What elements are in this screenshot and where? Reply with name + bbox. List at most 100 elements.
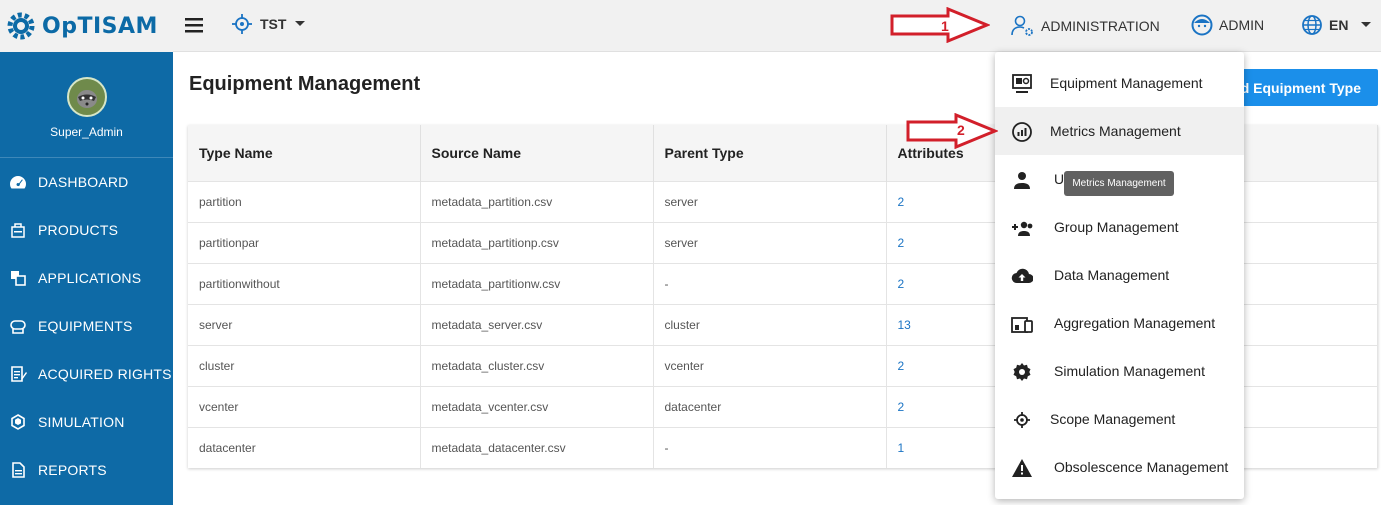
- app-name: OpTISAM: [42, 13, 158, 39]
- menu-item-group[interactable]: Group Management: [995, 203, 1244, 251]
- sidebar-item-label: REPORTS: [38, 462, 107, 478]
- crosshair-icon: [232, 14, 252, 34]
- column-header-source-name[interactable]: Source Name: [420, 125, 654, 181]
- cell-source-name: metadata_partition.csv: [420, 180, 654, 222]
- cell-type-name: cluster: [188, 344, 421, 386]
- annotation-label-1: 1: [941, 18, 949, 34]
- group-icon: [1012, 221, 1033, 236]
- menu-item-label: Aggregation Management: [1054, 315, 1216, 331]
- administration-label: ADMINISTRATION: [1041, 18, 1160, 34]
- chevron-down-icon: [1361, 22, 1372, 27]
- gear-icon: [1013, 363, 1031, 381]
- annotation-arrow-1: [890, 7, 990, 43]
- menu-item-warning[interactable]: Obsolescence Management: [995, 443, 1244, 491]
- cell-source-name: metadata_partitionw.csv: [420, 262, 654, 304]
- annotation-arrow-2: [906, 113, 998, 149]
- cell-type-name: datacenter: [188, 426, 421, 468]
- sidebar-item-equipments[interactable]: EQUIPMENTS: [0, 302, 173, 350]
- chevron-down-icon: [295, 21, 306, 26]
- annotation-label-2: 2: [957, 122, 965, 138]
- tooltip: Metrics Management: [1064, 171, 1174, 196]
- top-bar: [0, 0, 1381, 52]
- menu-item-cloud-upload[interactable]: Data Management: [995, 251, 1244, 299]
- menu-item-equipment[interactable]: Equipment Management: [995, 59, 1244, 107]
- gear-logo-icon: [7, 12, 35, 40]
- menu-item-label: Equipment Management: [1050, 75, 1203, 91]
- menu-item-label: U: [1054, 171, 1065, 187]
- cell-source-name: metadata_cluster.csv: [420, 344, 654, 386]
- cell-source-name: metadata_datacenter.csv: [420, 426, 654, 468]
- app-logo[interactable]: OpTISAM: [0, 0, 173, 52]
- column-header-parent-type[interactable]: Parent Type: [653, 125, 887, 181]
- page-title: Equipment Management: [189, 73, 421, 95]
- cell-type-name: partitionwithout: [188, 262, 421, 304]
- cell-parent-type: cluster: [653, 303, 887, 345]
- menu-item-label: Obsolescence Management: [1054, 459, 1229, 475]
- metrics-icon: [1012, 122, 1032, 142]
- cell-source-name: metadata_vcenter.csv: [420, 385, 654, 427]
- globe-icon: [1302, 15, 1322, 35]
- scope-selector[interactable]: TST: [232, 14, 306, 34]
- menu-item-gear[interactable]: Simulation Management: [995, 347, 1244, 395]
- equipment-icon: [1012, 74, 1032, 93]
- cell-parent-type: server: [653, 180, 887, 222]
- raccoon-avatar-icon: [76, 90, 97, 108]
- equipments-icon: [10, 320, 26, 334]
- avatar[interactable]: [66, 77, 107, 117]
- cell-parent-type: server: [653, 221, 887, 263]
- sidebar-item-acquired-rights[interactable]: ACQUIRED RIGHTS: [0, 350, 173, 398]
- cell-parent-type: -: [653, 262, 887, 304]
- sidebar-item-label: DASHBOARD: [38, 174, 129, 190]
- administration-dropdown: Equipment Management Metrics Management U G…: [995, 52, 1244, 499]
- administration-menu-button[interactable]: ADMINISTRATION: [1011, 14, 1160, 38]
- column-header-type-name[interactable]: Type Name: [188, 125, 421, 181]
- warning-icon: [1012, 459, 1032, 477]
- menu-item-metrics[interactable]: Metrics Management: [995, 107, 1244, 155]
- scope-icon: [1014, 412, 1030, 428]
- menu-item-label: Data Management: [1054, 267, 1170, 283]
- sidebar-item-reports[interactable]: REPORTS: [0, 446, 173, 494]
- cell-type-name: partition: [188, 180, 421, 222]
- cell-type-name: partitionpar: [188, 221, 421, 263]
- products-icon: [11, 223, 25, 238]
- language-selector[interactable]: EN: [1301, 14, 1372, 36]
- menu-item-label: Simulation Management: [1054, 363, 1205, 379]
- sidebar-item-label: SIMULATION: [38, 414, 125, 430]
- sidebar-item-label: ACQUIRED RIGHTS: [38, 366, 172, 382]
- simulation-icon: [11, 414, 25, 430]
- user-label: ADMIN: [1219, 17, 1265, 33]
- menu-item-aggregation[interactable]: Aggregation Management: [995, 299, 1244, 347]
- sidebar-item-label: EQUIPMENTS: [38, 318, 133, 334]
- applications-icon: [11, 271, 26, 286]
- sidebar-item-label: APPLICATIONS: [38, 270, 142, 286]
- sidebar-item-products[interactable]: PRODUCTS: [0, 206, 173, 254]
- cell-type-name: vcenter: [188, 385, 421, 427]
- aggregation-icon: [1011, 317, 1033, 333]
- menu-icon[interactable]: [183, 14, 205, 36]
- cell-source-name: metadata_server.csv: [420, 303, 654, 345]
- language-label: EN: [1329, 17, 1349, 33]
- sidebar-item-simulation[interactable]: SIMULATION: [0, 398, 173, 446]
- cell-parent-type: -: [653, 426, 887, 468]
- sidebar-item-label: PRODUCTS: [38, 222, 119, 238]
- cell-parent-type: datacenter: [653, 385, 887, 427]
- scope-label: TST: [260, 16, 287, 32]
- user-icon: [1014, 172, 1030, 189]
- reports-icon: [12, 462, 25, 478]
- sidebar-item-dashboard[interactable]: DASHBOARD: [0, 158, 173, 206]
- sidebar: Super_Admin DASHBOARD PRODUCTS APPLICATION…: [0, 52, 173, 505]
- user-menu-button[interactable]: ADMIN: [1191, 14, 1264, 36]
- sidebar-item-applications[interactable]: APPLICATIONS: [0, 254, 173, 302]
- dashboard-icon: [10, 176, 26, 189]
- menu-item-label: Metrics Management: [1050, 123, 1181, 139]
- user-profile: Super_Admin: [0, 52, 173, 158]
- cell-parent-type: vcenter: [653, 344, 887, 386]
- avatar-face-icon: [1191, 14, 1213, 36]
- acquired-rights-icon: [11, 366, 27, 382]
- cell-source-name: metadata_partitionp.csv: [420, 221, 654, 263]
- cell-type-name: server: [188, 303, 421, 345]
- menu-item-scope[interactable]: Scope Management: [995, 395, 1244, 443]
- menu-item-label: Group Management: [1054, 219, 1179, 235]
- user-settings-icon: [1011, 15, 1033, 36]
- cloud-upload-icon: [1011, 268, 1033, 284]
